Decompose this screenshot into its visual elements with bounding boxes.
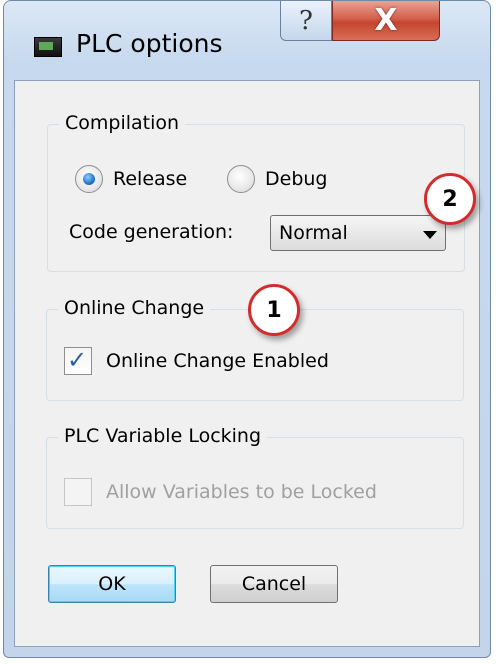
- question-mark-icon: ?: [299, 5, 313, 36]
- allow-locking-checkbox[interactable]: [64, 478, 92, 506]
- release-radio[interactable]: [75, 165, 103, 193]
- code-generation-select[interactable]: Normal: [270, 215, 446, 251]
- cancel-button[interactable]: Cancel: [210, 565, 338, 603]
- debug-label[interactable]: Debug: [265, 168, 327, 190]
- check-icon: ✓: [67, 346, 88, 374]
- callout-1: 1: [248, 284, 300, 336]
- close-button[interactable]: X: [332, 1, 440, 41]
- code-generation-value: Normal: [279, 222, 348, 244]
- plc-window-icon: [34, 37, 62, 57]
- window-title: PLC options: [76, 29, 223, 58]
- title-bar[interactable]: PLC options ? X: [4, 1, 490, 87]
- callout-2-number: 2: [442, 186, 458, 212]
- chevron-down-icon: [423, 231, 437, 239]
- online-change-checkbox[interactable]: ✓: [64, 346, 92, 375]
- ok-button-label: OK: [98, 573, 126, 595]
- callout-2: 2: [424, 173, 476, 225]
- help-button[interactable]: ?: [280, 1, 332, 41]
- debug-radio[interactable]: [227, 165, 255, 193]
- online-change-group-label: Online Change: [58, 297, 211, 319]
- cancel-button-label: Cancel: [241, 573, 307, 595]
- release-label[interactable]: Release: [113, 168, 187, 190]
- allow-locking-checkbox-label[interactable]: Allow Variables to be Locked: [106, 481, 377, 503]
- compilation-group-label: Compilation: [59, 112, 186, 134]
- close-x-icon: X: [374, 3, 398, 38]
- ok-button[interactable]: OK: [48, 565, 176, 603]
- code-generation-label: Code generation:: [69, 221, 234, 243]
- plc-options-dialog: PLC options ? X Compilation Release Debu…: [3, 0, 491, 658]
- callout-1-number: 1: [266, 297, 282, 323]
- variable-locking-group-label: PLC Variable Locking: [58, 425, 268, 447]
- online-change-checkbox-label[interactable]: Online Change Enabled: [106, 350, 329, 372]
